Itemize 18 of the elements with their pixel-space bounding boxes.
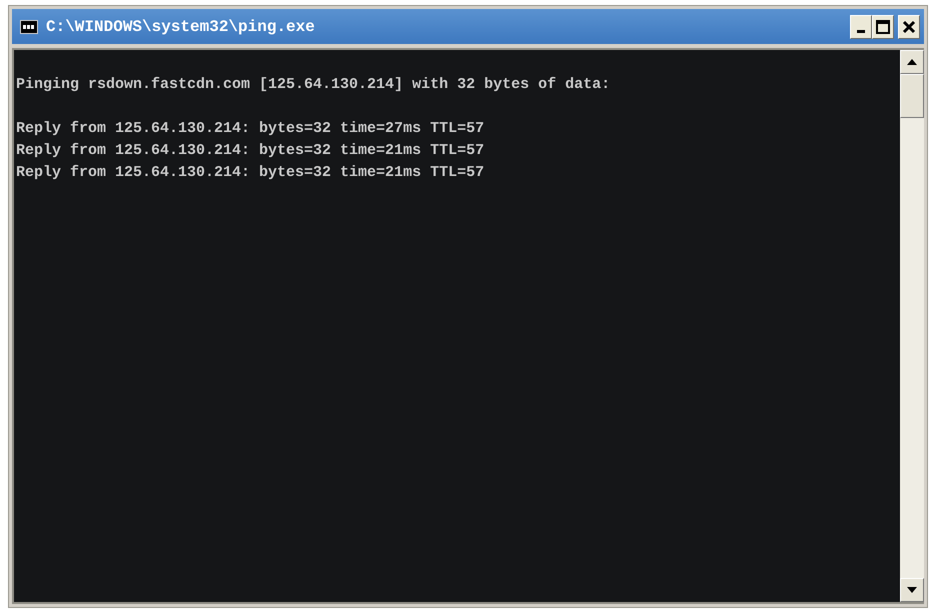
- console-icon: [20, 20, 38, 34]
- maximize-icon: [876, 20, 890, 34]
- console-line: Reply from 125.64.130.214: bytes=32 time=27ms TTL=57: [16, 119, 484, 139]
- minimize-icon: [857, 30, 865, 33]
- console-line: Reply from 125.64.130.214: bytes=32 time=21ms TTL=57: [16, 141, 484, 161]
- scroll-down-button[interactable]: [900, 578, 924, 602]
- window-title: C:\WINDOWS\system32\ping.exe: [46, 16, 316, 38]
- console-line: Reply from 125.64.130.214: bytes=32 time=21ms TTL=57: [16, 163, 484, 183]
- scroll-up-button[interactable]: [900, 50, 924, 74]
- down-arrow-icon: [907, 587, 917, 593]
- scrollbar[interactable]: [900, 50, 924, 602]
- close-icon: [902, 20, 916, 34]
- close-button[interactable]: [898, 14, 920, 38]
- scroll-thumb[interactable]: [900, 74, 924, 118]
- up-arrow-icon: [907, 59, 917, 65]
- maximize-button[interactable]: [872, 14, 894, 38]
- console-line: Pinging rsdown.fastcdn.com [125.64.130.214] with 32 bytes of data:: [16, 75, 610, 95]
- minimize-button[interactable]: [850, 14, 872, 38]
